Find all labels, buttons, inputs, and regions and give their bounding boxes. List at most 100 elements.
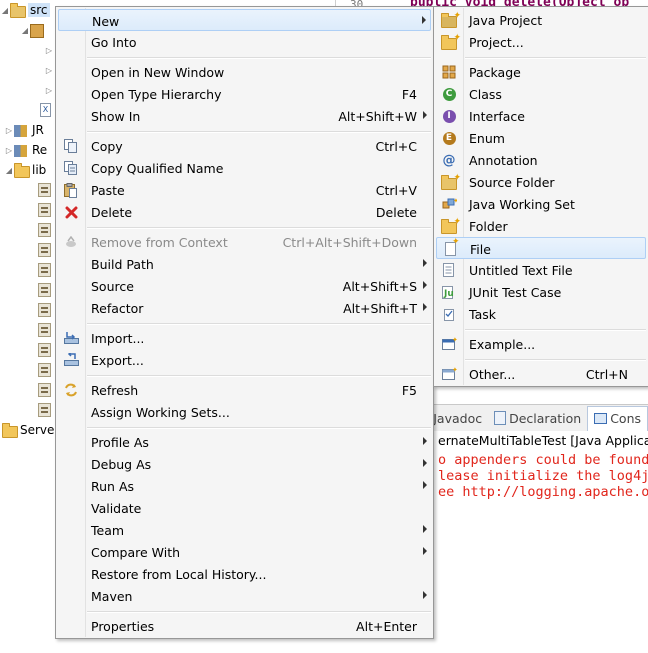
class-icon: C [441, 86, 457, 102]
project-icon [441, 33, 461, 50]
menu-item-assign-working-sets[interactable]: Assign Working Sets... [58, 401, 431, 423]
tree-item-src[interactable]: ◢ src [0, 0, 50, 20]
menu-item-profile-as[interactable]: Profile As [58, 431, 431, 453]
expand-toggle-icon[interactable]: ▷ [4, 146, 14, 155]
jar-file[interactable] [38, 180, 54, 200]
jar-icon [38, 243, 51, 257]
menu-item-debug-as[interactable]: Debug As [58, 453, 431, 475]
menu-item-compare-with[interactable]: Compare With [58, 541, 431, 563]
expand-toggle-icon[interactable]: ▷ [44, 66, 54, 75]
menu-item-package[interactable]: Package [436, 61, 646, 83]
java-project-icon [441, 11, 461, 28]
jar-icon [38, 363, 51, 377]
collapse-toggle-icon[interactable]: ◢ [4, 166, 14, 175]
menu-item-team[interactable]: Team [58, 519, 431, 541]
menu-item-run-as[interactable]: Run As [58, 475, 431, 497]
jar-icon [38, 263, 51, 277]
paste-icon [63, 182, 79, 198]
tree-item-jre[interactable]: ▷ JR [4, 120, 44, 140]
menu-item-interface[interactable]: I Interface [436, 105, 646, 127]
submenu-arrow-icon [422, 16, 426, 24]
tree-item-lib[interactable]: ◢ lib [4, 160, 46, 180]
tree-item-package[interactable]: ◢ [20, 20, 48, 40]
tree-item-node[interactable]: ▷ [44, 40, 54, 60]
menu-item-remove-from-context[interactable]: Remove from Context Ctrl+Alt+Shift+Down [58, 231, 431, 253]
menu-item-java-working-set[interactable]: ✦ Java Working Set [436, 193, 646, 215]
menu-item-refresh[interactable]: Refresh F5 [58, 379, 431, 401]
submenu-arrow-icon [423, 547, 427, 555]
menu-item-open-type-hierarchy[interactable]: Open Type Hierarchy F4 [58, 83, 431, 105]
tree-item-node[interactable]: ▷ [44, 60, 54, 80]
svg-text:Ju: Ju [443, 289, 454, 299]
submenu-arrow-icon [423, 525, 427, 533]
console-line: o appenders could be found [438, 452, 648, 468]
jar-file[interactable] [38, 260, 54, 280]
menu-item-file[interactable]: File [436, 237, 646, 259]
menu-item-properties[interactable]: Properties Alt+Enter [58, 615, 431, 637]
menu-item-annotation[interactable]: @ Annotation [436, 149, 646, 171]
menu-item-enum[interactable]: E Enum [436, 127, 646, 149]
jar-icon [38, 183, 51, 197]
menu-item-source[interactable]: Source Alt+Shift+S [58, 275, 431, 297]
jar-file[interactable] [38, 220, 54, 240]
expand-toggle-icon[interactable]: ▷ [44, 46, 54, 55]
menu-item-task[interactable]: Task [436, 303, 646, 325]
submenu-arrow-icon [423, 303, 427, 311]
menu-item-copy-qualified-name[interactable]: Copy Qualified Name [58, 157, 431, 179]
tree-item-referenced-libraries[interactable]: ▷ Re [4, 140, 47, 160]
menu-item-maven[interactable]: Maven [58, 585, 431, 607]
menu-item-refactor[interactable]: Refactor Alt+Shift+T [58, 297, 431, 319]
package-folder-icon [10, 2, 26, 18]
menu-item-junit-test-case[interactable]: Ju JUnit Test Case [436, 281, 646, 303]
file-icon [442, 237, 460, 257]
menu-item-project[interactable]: Project... [436, 31, 646, 53]
jar-file[interactable] [38, 380, 54, 400]
menu-item-java-project[interactable]: Java Project [436, 9, 646, 31]
console-line: lease initialize the log4j [438, 468, 648, 484]
expand-toggle-icon[interactable]: ▷ [4, 126, 14, 135]
menu-item-delete[interactable]: Delete Delete [58, 201, 431, 223]
menu-item-build-path[interactable]: Build Path [58, 253, 431, 275]
refresh-icon [63, 382, 79, 398]
menu-item-paste[interactable]: Paste Ctrl+V [58, 179, 431, 201]
jar-file[interactable] [38, 200, 54, 220]
task-icon [441, 306, 457, 322]
xml-file-icon: X [40, 102, 55, 118]
jar-file[interactable] [38, 300, 54, 320]
tree-item-servers[interactable]: Server [2, 420, 59, 440]
menu-item-restore-local-history[interactable]: Restore from Local History... [58, 563, 431, 585]
collapse-toggle-icon[interactable]: ◢ [20, 26, 30, 35]
jar-file[interactable] [38, 340, 54, 360]
submenu-arrow-icon [423, 111, 427, 119]
menu-item-export[interactable]: Export... [58, 349, 431, 371]
menu-item-copy[interactable]: Copy Ctrl+C [58, 135, 431, 157]
menu-separator [465, 359, 646, 361]
import-icon [63, 330, 79, 346]
menu-item-folder[interactable]: Folder [436, 215, 646, 237]
tree-item-node[interactable]: ▷ [44, 80, 54, 100]
tab-declaration[interactable]: Declaration [488, 406, 587, 430]
jar-file[interactable] [38, 360, 54, 380]
menu-item-new[interactable]: New [58, 9, 431, 31]
menu-item-go-into[interactable]: Go Into [58, 31, 431, 53]
menu-item-other[interactable]: ✦ Other... Ctrl+N [436, 363, 646, 385]
menu-item-source-folder[interactable]: Source Folder [436, 171, 646, 193]
menu-item-class[interactable]: C Class [436, 83, 646, 105]
jar-icon [38, 323, 51, 337]
jar-file[interactable] [38, 280, 54, 300]
folder-open-icon [2, 422, 18, 438]
menu-item-import[interactable]: Import... [58, 327, 431, 349]
menu-item-show-in[interactable]: Show In Alt+Shift+W [58, 105, 431, 127]
jar-file[interactable] [38, 240, 54, 260]
menu-item-validate[interactable]: Validate [58, 497, 431, 519]
collapse-toggle-icon[interactable]: ◢ [0, 6, 10, 15]
menu-item-example[interactable]: ✦ Example... [436, 333, 646, 355]
jar-file[interactable] [38, 400, 54, 420]
jar-icon [38, 343, 51, 357]
export-icon [63, 352, 79, 368]
tab-console[interactable]: Cons [587, 405, 648, 431]
menu-item-open-new-window[interactable]: Open in New Window [58, 61, 431, 83]
jar-file[interactable] [38, 320, 54, 340]
menu-item-untitled-text-file[interactable]: Untitled Text File [436, 259, 646, 281]
expand-toggle-icon[interactable]: ▷ [44, 86, 54, 95]
